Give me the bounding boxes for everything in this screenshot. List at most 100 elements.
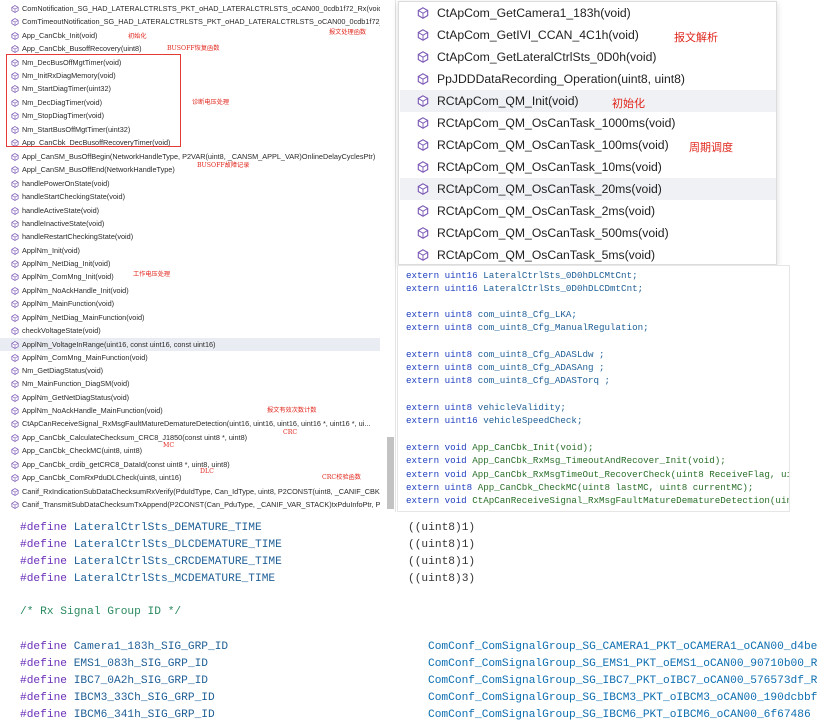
function-list-item[interactable]: ApplNm_MainFunction(void): [0, 297, 380, 310]
define-value-text: ComConf_ComSignalGroup_SG_CAMERA1_PKT_oC…: [428, 641, 818, 653]
popup-list-item[interactable]: RCtApCom_QM_OsCanTask_20ms(void): [400, 178, 776, 200]
function-list-item-label: CtApCanReceiveSignal_RxMsgFaultMatureDem…: [22, 419, 371, 429]
code-type: uint8: [444, 482, 473, 493]
function-list-item[interactable]: ApplNm_Init(void): [0, 244, 380, 257]
function-list-item[interactable]: ApplNm_NetDiag_MainFunction(void): [0, 311, 380, 324]
function-list-item[interactable]: ApplNm_NoAckHandle_Init(void): [0, 284, 380, 297]
function-icon: [11, 44, 19, 53]
function-list-item[interactable]: ApplNm_GetNetDiagStatus(void): [0, 391, 380, 404]
code-type: uint8: [444, 349, 473, 360]
define-keyword: #define: [20, 675, 67, 687]
popup-list-item[interactable]: PpJDDDataRecording_Operation(uint8, uint…: [400, 68, 776, 90]
signal-group-define-line: #define IBCM3_33Ch_SIG_GRP_ID: [20, 690, 215, 707]
define-keyword: #define: [20, 522, 67, 534]
popup-list-item-label: CtApCom_GetIVI_CCAN_4C1h(void): [437, 28, 639, 42]
function-list-item[interactable]: Canif_TransmitSubDataChecksumTxAppend(P2…: [0, 498, 380, 511]
function-list-item[interactable]: App_CanCbk_DecBusoffRecoveryTimer(void): [0, 136, 380, 149]
function-list-item-label: App_CanCbk_crdib_getCRC8_DataId(const ui…: [22, 460, 230, 470]
function-list-item[interactable]: App_CanCbk_CheckMC(uint8, uint8): [0, 444, 380, 457]
define-value: ((uint8)1): [408, 520, 475, 537]
signal-group-define-line: #define IBCM6_341h_SIG_GRP_ID: [20, 707, 215, 724]
define-line: #define LateralCtrlSts_CRCDEMATURE_TIME: [20, 554, 282, 571]
code-declaration: com_uint8_Cfg_LKA;: [477, 309, 577, 320]
function-list-item[interactable]: App_CanCbk_crdib_getCRC8_DataId(const ui…: [0, 458, 380, 471]
function-icon: [417, 204, 429, 218]
popup-list-item[interactable]: RCtApCom_QM_Init(void): [400, 90, 776, 112]
function-list-item[interactable]: handleRestartCheckingState(void): [0, 230, 380, 243]
function-list-item[interactable]: ComNotification_SG_HAD_LATERALCTRLSTS_PK…: [0, 2, 380, 15]
function-list-item[interactable]: Nm_DecBusOffMgtTimer(void): [0, 56, 380, 69]
function-list-item[interactable]: handleStartCheckingState(void): [0, 190, 380, 203]
function-list-item[interactable]: Nm_MainFunction_DiagSM(void): [0, 377, 380, 390]
popup-list-item[interactable]: CtApCom_GetLateralCtrlSts_0D0h(void): [400, 46, 776, 68]
function-list-item[interactable]: handlePowerOnState(void): [0, 177, 380, 190]
function-list-item[interactable]: ApplNm_ComMng_MainFunction(void): [0, 351, 380, 364]
popup-list-item[interactable]: RCtApCom_QM_OsCanTask_5ms(void): [400, 244, 776, 266]
function-list-item[interactable]: Nm_InitRxDiagMemory(void): [0, 69, 380, 82]
function-list-item[interactable]: ApplNm_NoAckHandle_MainFunction(void): [0, 404, 380, 417]
define-value-text: ((uint8)1): [408, 556, 476, 568]
code-keyword: extern: [406, 283, 440, 294]
function-icon: [11, 406, 19, 415]
code-declaration: com_uint8_Cfg_ManualRegulation;: [477, 322, 649, 333]
function-list-item[interactable]: Nm_StartDiagTimer(uint32): [0, 82, 380, 95]
popup-list-item-label: RCtApCom_QM_OsCanTask_1000ms(void): [437, 116, 676, 130]
popup-list-item[interactable]: CtApCom_GetCamera1_183h(void): [400, 2, 776, 24]
define-value: ((uint8)1): [408, 554, 475, 571]
function-list-item[interactable]: Nm_DecDiagTimer(void): [0, 96, 380, 109]
popup-list-item[interactable]: RCtApCom_QM_OsCanTask_10ms(void): [400, 156, 776, 178]
function-list-item[interactable]: App_CanCbk_Init(void): [0, 29, 380, 42]
code-type: uint8: [444, 362, 473, 373]
function-list-item[interactable]: ApplNm_ComMng_Init(void): [0, 270, 380, 283]
popup-list-item-label: CtApCom_GetCamera1_183h(void): [437, 6, 631, 20]
function-icon: [11, 138, 19, 147]
function-list-item[interactable]: CtApCanReceiveSignal_RxMsgFaultMatureDem…: [0, 417, 380, 430]
function-list-item[interactable]: Appl_CanSM_BusOffBegin(NetworkHandleType…: [0, 150, 380, 163]
annotation-busoff-record: BUSOFF故障记录: [197, 162, 250, 169]
define-keyword: #define: [20, 709, 67, 721]
define-name: LateralCtrlSts_DEMATURE_TIME: [73, 522, 262, 534]
popup-list-item[interactable]: RCtApCom_QM_OsCanTask_500ms(void): [400, 222, 776, 244]
define-name: LateralCtrlSts_MCDEMATURE_TIME: [73, 573, 276, 585]
popup-list-item[interactable]: RCtApCom_QM_OsCanTask_1000ms(void): [400, 112, 776, 134]
function-list-item[interactable]: Nm_GetDiagStatus(void): [0, 364, 380, 377]
popup-list-item[interactable]: CtApCom_GetIVI_CCAN_4C1h(void): [400, 24, 776, 46]
annotation-diag-voltage: 诊断电压处理: [192, 99, 230, 106]
function-list-item-label: handleRestartCheckingState(void): [22, 232, 134, 242]
function-list-item-label: ApplNm_GetNetDiagStatus(void): [22, 393, 130, 403]
code-type: uint8: [444, 309, 473, 320]
annotation-busoff-recover: BUSOFF恢复函数: [167, 45, 220, 52]
function-list-item[interactable]: Nm_StartBusOffMgtTimer(uint32): [0, 123, 380, 136]
function-list-item[interactable]: ComTimeoutNotification_SG_HAD_LATERALCTR…: [0, 15, 380, 28]
list-scrollbar[interactable]: [387, 437, 394, 509]
code-type: uint16: [444, 270, 478, 281]
annotation-init: 初始化: [128, 33, 147, 40]
code-line: extern uint8 com_uint8_Cfg_ADASLdw ;: [406, 348, 605, 361]
popup-list-item[interactable]: RCtApCom_QM_OsCanTask_2ms(void): [400, 200, 776, 222]
function-list-item[interactable]: Canif_RxIndicationSubDataChecksumRxVerif…: [0, 485, 380, 498]
function-list-item[interactable]: Appl_CanSM_BusOffEnd(NetworkHandleType): [0, 163, 380, 176]
function-list-item[interactable]: handleActiveState(void): [0, 204, 380, 217]
function-icon: [11, 206, 19, 215]
function-list-item[interactable]: App_CanCbk_CalculateChecksum_CRC8_J1850(…: [0, 431, 380, 444]
function-list-item-label: App_CanCbk_CalculateChecksum_CRC8_J1850(…: [22, 433, 248, 443]
function-icon: [11, 58, 19, 67]
function-icon: [11, 340, 19, 349]
function-list-item[interactable]: ApplNm_NetDiag_Init(void): [0, 257, 380, 270]
function-list-item[interactable]: Nm_StopDiagTimer(void): [0, 109, 380, 122]
define-value-text: ((uint8)3): [408, 573, 476, 585]
code-type: uint8: [444, 402, 473, 413]
function-list-item[interactable]: handleInactiveState(void): [0, 217, 380, 230]
signal-group-define-line: #define EMS1_083h_SIG_GRP_ID: [20, 656, 208, 673]
function-list-item-label: ApplNm_NoAckHandle_MainFunction(void): [22, 406, 163, 416]
define-line: #define LateralCtrlSts_MCDEMATURE_TIME: [20, 571, 275, 588]
symbol-popup-list: CtApCom_GetCamera1_183h(void) CtApCom_Get…: [398, 1, 777, 265]
code-comment: /* Rx Signal Group ID */: [20, 606, 182, 618]
function-list-item-label: Nm_GetDiagStatus(void): [22, 366, 104, 376]
function-icon: [11, 84, 19, 93]
function-list-item[interactable]: checkVoltageState(void): [0, 324, 380, 337]
define-value-text: ComConf_ComSignalGroup_SG_IBCM6_PKT_oIBC…: [428, 709, 811, 721]
function-list-item-label: ComTimeoutNotification_SG_HAD_LATERALCTR…: [22, 17, 380, 27]
function-list-item[interactable]: ApplNm_VoltageInRange(uint16, const uint…: [0, 338, 380, 352]
signal-group-define-line: #define Camera1_183h_SIG_GRP_ID: [20, 639, 228, 656]
